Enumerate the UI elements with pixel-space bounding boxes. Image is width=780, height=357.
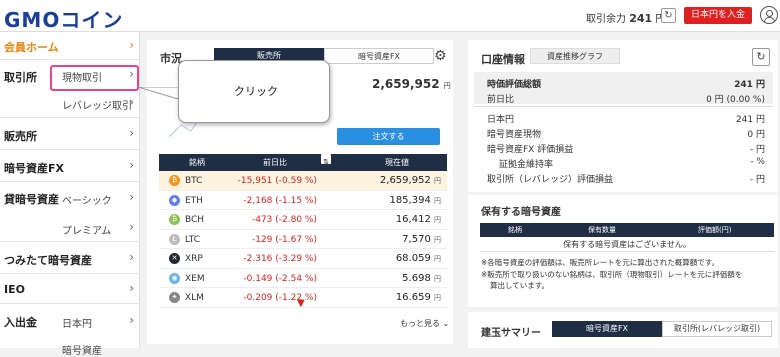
table-row[interactable]: ₿ BCH -473 (-2.80 %) 16,412 円 — [159, 210, 447, 230]
sidebar-group-lending: 貸暗号資産 ベーシック › プレミアム › — [0, 182, 140, 242]
crypto-spot-value: 暗号資産現物 0 円 — [487, 130, 765, 140]
sidebar-item-crypto[interactable]: 暗号資産 — [62, 342, 102, 357]
chevron-right-icon: › — [129, 220, 134, 234]
user-account-icon[interactable] — [760, 6, 778, 24]
asset-graph-button[interactable]: 資産推移グラフ — [530, 48, 620, 64]
bitcoin-cash-icon: ₿ — [169, 214, 180, 225]
leverage-pnl: 取引所（レバレッジ）評価損益 - 円 — [487, 175, 765, 185]
sidebar-item-jpy[interactable]: 日本円 — [62, 315, 92, 330]
refresh-icon[interactable]: ↻ — [752, 48, 770, 66]
holdings-table-header: 銘柄 保有数量 評価額(円) — [480, 223, 774, 237]
bitcoin-icon: ₿ — [169, 175, 180, 186]
deposit-jpy-button[interactable]: 日本円を入金 — [684, 7, 752, 24]
tab-crypto-fx[interactable]: 暗号資産FX — [324, 48, 434, 64]
sidebar-item-home[interactable]: 会員ホーム › — [0, 32, 140, 60]
sidebar-item-ieo[interactable]: IEO › — [0, 274, 140, 304]
change-value: -2.316 (-3.29 %) — [243, 254, 317, 264]
symbol-label: XRP — [185, 254, 203, 264]
jpy-balance: 日本円 241 円 — [487, 115, 765, 125]
more-link[interactable]: もっと見る ⌄ — [400, 318, 449, 329]
xrp-icon: ✕ — [169, 253, 180, 264]
sort-icon[interactable]: ⇅ — [321, 154, 331, 166]
change-value: -129 (-1.67 %) — [251, 234, 317, 245]
symbol-label: ETH — [185, 195, 203, 206]
holdings-panel: 保有する暗号資産 銘柄 保有数量 評価額(円) 保有する暗号資産はございません。… — [468, 195, 778, 307]
holdings-title: 保有する暗号資産 — [481, 207, 561, 218]
price-value: 7,570 円 — [402, 233, 441, 245]
divider — [474, 106, 773, 107]
position-summary-title: 建玉サマリー — [481, 328, 541, 339]
position-summary-panel: 建玉サマリー 暗号資産FX 取引所(レバレッジ取引) — [468, 312, 778, 348]
callout-pointer — [138, 87, 180, 99]
litecoin-icon: Ł — [169, 233, 180, 245]
gear-icon[interactable]: ⚙ — [434, 48, 447, 64]
account-title: 口座情報 — [481, 53, 525, 66]
change-value: -0.209 (-1.22 %) — [243, 293, 317, 303]
price-value: 5.698 円 — [402, 272, 441, 284]
tab-position-leverage[interactable]: 取引所(レバレッジ取引) — [662, 321, 772, 337]
holdings-note: 算出しています。 — [490, 281, 550, 290]
refresh-funds-icon[interactable]: ↻ — [661, 8, 676, 23]
symbol-label: XLM — [185, 293, 204, 303]
sidebar-group-deposit: 入出金 日本円 › 暗号資産 — [4, 313, 134, 357]
sidebar-item-premium[interactable]: プレミアム — [62, 222, 111, 237]
symbol-label: XEM — [185, 273, 205, 284]
market-table: 銘柄 前日比 ⇅ 現在値 ₿ BTC -15,951 (-0.59 %) 2,659,… — [159, 154, 447, 308]
symbol-label: LTC — [185, 234, 201, 245]
tab-position-fx[interactable]: 暗号資産FX — [552, 321, 662, 337]
table-row[interactable]: ◉ XEM -0.149 (-2.54 %) 5.698 円 — [159, 269, 447, 288]
order-button[interactable]: 注文する — [337, 128, 440, 145]
chevron-right-icon: › — [129, 38, 134, 52]
price-value: 2,659,952 円 — [379, 175, 441, 186]
change-value: -2,168 (-1.15 %) — [243, 195, 317, 206]
stellar-icon: ✦ — [169, 292, 180, 303]
header: GMOコイン 取引余力 241 円 ↻ 日本円を入金 — [0, 0, 780, 32]
change-value: -473 (-2.80 %) — [251, 215, 317, 225]
price-value: 16.659 円 — [395, 292, 441, 303]
holdings-note: ※各暗号資産の評価額は、販売所レートを元に算出された概算額です。 — [481, 258, 720, 267]
gmo-coin-logo[interactable]: GMOコイン — [4, 4, 123, 33]
change-value: -0.149 (-2.54 %) — [243, 273, 317, 284]
chevron-right-icon: › — [129, 126, 134, 140]
table-row[interactable]: ₿ BTC -15,951 (-0.59 %) 2,659,952 円 — [159, 171, 447, 191]
price-value: 68.059 円 — [395, 253, 441, 264]
nem-icon: ◉ — [169, 272, 180, 284]
table-row[interactable]: Ł LTC -129 (-1.67 %) 7,570 円 — [159, 230, 447, 249]
chevron-right-icon: › — [129, 313, 134, 327]
table-row[interactable]: ✕ XRP -2.316 (-3.29 %) 68.059 円 — [159, 249, 447, 269]
table-row[interactable]: ◆ ETH -2,168 (-1.15 %) 185,394 円 — [159, 191, 447, 210]
symbol-label: BCH — [185, 215, 205, 225]
sidebar-item-crypto-fx[interactable]: 暗号資産FX › — [0, 150, 140, 182]
chevron-right-icon: › — [129, 95, 134, 109]
fx-pnl: 暗号資産FX 評価損益 - 円 — [487, 145, 765, 155]
sidebar-item-sales[interactable]: 販売所 › — [0, 118, 140, 150]
change-value: -15,951 (-0.59 %) — [237, 176, 317, 186]
table-header: 銘柄 前日比 ⇅ 現在値 — [159, 154, 447, 171]
day-over-day: 前日比 0 円 (0.00 %) — [487, 95, 765, 105]
available-funds: 取引余力 241 円 — [586, 12, 665, 25]
price-value: 185,394 円 — [389, 194, 441, 206]
sidebar-item-basic[interactable]: ベーシック — [62, 192, 112, 207]
price-value: 16,412 円 — [395, 214, 441, 225]
holdings-empty-message: 保有する暗号資産はございません。 — [480, 237, 774, 252]
chevron-down-icon[interactable]: ▼ — [297, 298, 305, 309]
margin-ratio: 証拠金維持率 - % — [499, 157, 765, 170]
chevron-right-icon: › — [129, 250, 134, 264]
chevron-right-icon: › — [129, 281, 134, 295]
chevron-right-icon: › — [129, 190, 134, 204]
account-panel: 口座情報 資産推移グラフ ↻ 時価評価総額 241 円 前日比 0 円 (0.00 … — [468, 40, 778, 192]
symbol-label: BTC — [185, 176, 203, 186]
ethereum-icon: ◆ — [169, 194, 180, 206]
click-highlight — [50, 65, 139, 91]
holdings-note: ※販売所で取り扱いのない銘柄は、取引所（現物取引）レートを元に評価額を — [481, 270, 743, 279]
sidebar-item-leverage[interactable]: レバレッジ取引 — [62, 97, 132, 112]
total-valuation: 時価評価総額 241 円 — [487, 80, 765, 90]
chevron-right-icon: › — [129, 158, 134, 172]
sidebar: 会員ホーム › 取引所 現物取引 › レバレッジ取引 › 販売所 › 暗号資産F… — [0, 32, 140, 357]
sidebar-item-tsumitate[interactable]: つみたて暗号資産 › — [0, 242, 140, 274]
btc-price-display: 2,659,952 円 — [372, 77, 451, 91]
click-callout: クリック — [178, 60, 330, 123]
